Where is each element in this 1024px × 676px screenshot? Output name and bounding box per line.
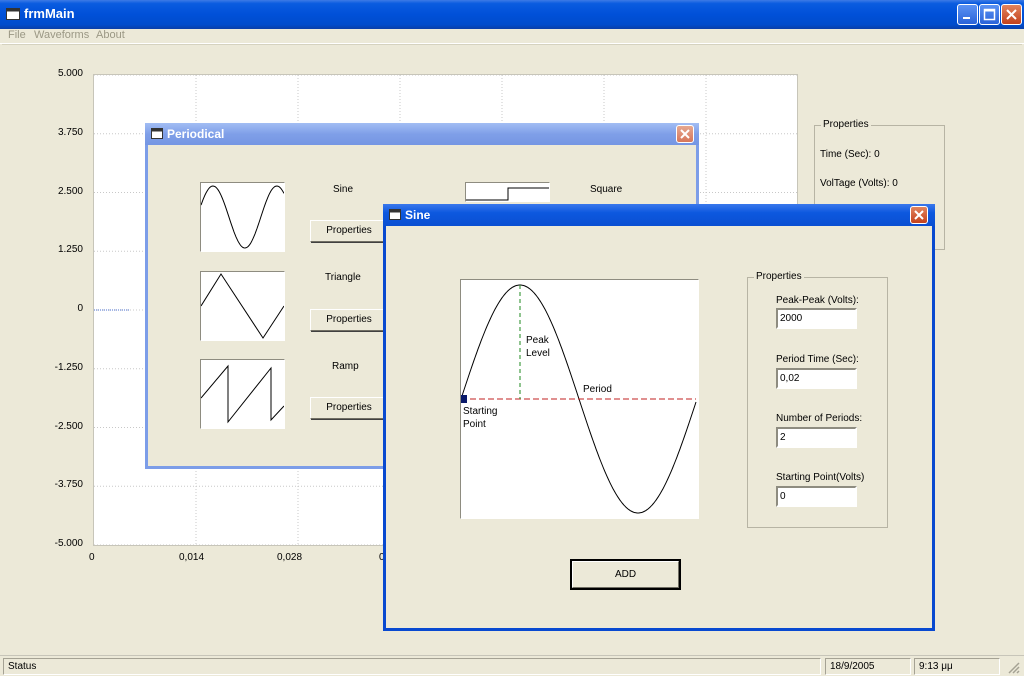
sine-diagram-svg (460, 284, 697, 514)
close-icon (914, 210, 924, 220)
point-label: Point (463, 419, 486, 430)
ramp-wave-icon (200, 364, 285, 424)
x-tick-label: 0,014 (179, 552, 205, 563)
sine-wave-icon (200, 185, 285, 249)
square-wave-icon (466, 187, 549, 201)
main-properties-legend: Properties (821, 119, 871, 130)
ramp-thumbnail (200, 359, 285, 429)
minimize-icon (963, 17, 970, 19)
sine-window[interactable]: Sine Peak Level Period Starting Point Pr… (383, 204, 935, 631)
menu-bar: File Waveforms About (0, 29, 1024, 44)
y-tick-label: 3.750 (57, 126, 83, 138)
status-date: 18/9/2005 (825, 658, 911, 675)
period-time-label: Period Time (Sec): (776, 354, 859, 365)
sine-thumbnail (200, 182, 285, 252)
periodical-close-button[interactable] (676, 125, 694, 143)
status-time: 9:13 μμ (914, 658, 1000, 675)
triangle-wave-icon (200, 273, 285, 339)
ramp-properties-button[interactable]: Properties (310, 397, 388, 419)
close-icon (1006, 9, 1017, 20)
window-icon (151, 128, 163, 139)
y-tick-label: 0 (77, 303, 83, 314)
peak-peak-label: Peak-Peak (Volts): (776, 295, 859, 306)
starting-label: Starting (463, 406, 498, 417)
peak-peak-input[interactable] (776, 308, 857, 329)
period-time-input[interactable] (776, 368, 857, 389)
triangle-label: Triangle (325, 272, 361, 283)
voltage-readout: VolTage (Volts): 0 (820, 178, 898, 189)
close-icon (680, 129, 690, 139)
minimize-button[interactable] (957, 4, 978, 25)
periodical-title: Periodical (167, 127, 225, 141)
window-icon (389, 209, 401, 220)
number-of-periods-input[interactable] (776, 427, 857, 448)
number-of-periods-label: Number of Periods: (776, 413, 863, 424)
main-titlebar[interactable]: frmMain (0, 0, 1024, 29)
add-button-label: ADD (572, 561, 679, 588)
maximize-icon (983, 8, 996, 21)
menu-waveforms[interactable]: Waveforms (34, 29, 89, 41)
x-tick-label: 0 (89, 552, 95, 563)
triangle-properties-button[interactable]: Properties (310, 309, 388, 331)
ramp-label: Ramp (332, 361, 359, 372)
add-button[interactable]: ADD (570, 559, 681, 590)
maximize-button[interactable] (979, 4, 1000, 25)
y-tick-label: 5.000 (57, 68, 83, 79)
starting-point-marker (461, 395, 467, 403)
sine-diagram: Peak Level Period Starting Point (460, 279, 699, 519)
y-tick-label: -1.250 (54, 361, 83, 373)
close-button[interactable] (1001, 4, 1022, 25)
period-label: Period (583, 384, 612, 395)
sine-title: Sine (405, 208, 431, 222)
starting-point-label: Starting Point(Volts) (776, 472, 865, 483)
square-thumbnail (465, 182, 550, 202)
main-window-title: frmMain (24, 6, 75, 21)
status-bar: Status 18/9/2005 9:13 μμ (0, 655, 1024, 676)
level-label: Level (526, 348, 550, 359)
y-tick-label: 1.250 (57, 244, 83, 256)
time-readout: Time (Sec): 0 (820, 149, 880, 160)
y-tick-label: -2.500 (54, 420, 83, 432)
triangle-thumbnail (200, 271, 285, 341)
app-icon (6, 8, 20, 20)
square-label: Square (590, 184, 623, 195)
peak-label: Peak (526, 335, 549, 346)
periodical-titlebar[interactable]: Periodical (145, 123, 699, 145)
menu-file[interactable]: File (8, 29, 26, 41)
starting-point-input[interactable] (776, 486, 857, 507)
sine-label: Sine (333, 184, 354, 195)
x-tick-label: 0,028 (277, 552, 303, 563)
status-text: Status (3, 658, 821, 675)
sine-properties-legend: Properties (754, 271, 804, 282)
sine-close-button[interactable] (910, 206, 928, 224)
y-tick-label: 2.500 (57, 185, 83, 197)
y-tick-label: -5.000 (54, 538, 83, 549)
sine-titlebar[interactable]: Sine (383, 204, 935, 226)
sine-properties-button[interactable]: Properties (310, 220, 388, 242)
resize-grip-icon[interactable] (1006, 660, 1020, 674)
menu-about[interactable]: About (96, 29, 125, 41)
y-tick-label: -3.750 (54, 479, 83, 491)
